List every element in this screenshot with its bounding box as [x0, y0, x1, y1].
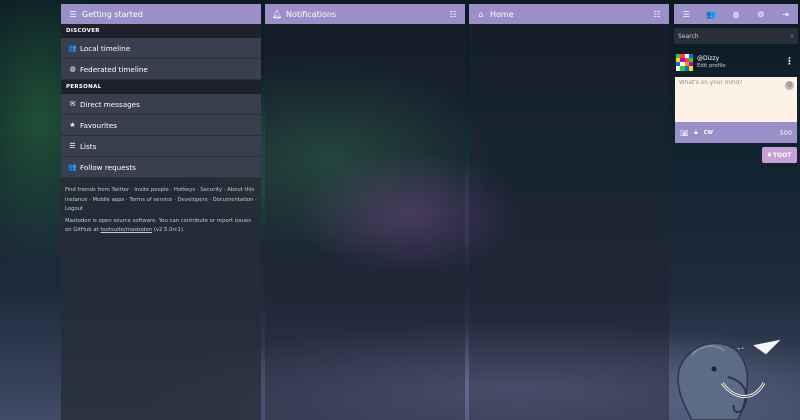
toot-label: TOOT	[772, 151, 792, 159]
home-icon: ⌂	[478, 9, 484, 19]
nav-lists[interactable]: ☰ Lists	[61, 136, 261, 157]
nav-local-timeline-label: Local timeline	[80, 43, 131, 53]
personal-label: PERSONAL	[61, 80, 261, 94]
repo-link[interactable]: tootsuite/mastodon	[100, 227, 152, 233]
link-logout[interactable]: Logout	[65, 206, 83, 212]
link-terms[interactable]: Terms of service	[129, 197, 172, 203]
menu-icon: ☰	[69, 9, 77, 19]
toot-button[interactable]: 🔒︎ TOOT	[762, 147, 797, 163]
user-plus-icon: 👥	[68, 163, 77, 171]
search-icon[interactable]: ⌕	[790, 32, 794, 41]
notifications-title: Notifications	[286, 9, 337, 19]
nav-favourites[interactable]: ★ Favourites	[61, 115, 261, 136]
search-box: ⌕	[674, 28, 798, 44]
getting-started-header: ☰ Getting started	[61, 4, 261, 24]
emoji-icon[interactable]: ☺	[785, 81, 794, 90]
menu-icon[interactable]: ☰	[678, 10, 694, 19]
nav-direct-messages[interactable]: ✉ Direct messages	[61, 94, 261, 115]
search-input[interactable]	[678, 32, 791, 40]
envelope-icon: ✉	[69, 100, 76, 108]
nav-federated-timeline[interactable]: ◍ Federated timeline	[61, 59, 261, 80]
link-developers[interactable]: Developers	[177, 197, 207, 203]
nav-direct-messages-label: Direct messages	[80, 99, 140, 109]
link-hotkeys[interactable]: Hotkeys	[174, 187, 195, 193]
nav-follow-requests-label: Follow requests	[80, 162, 136, 172]
getting-started-title: Getting started	[82, 9, 143, 19]
nav-lists-label: Lists	[80, 141, 97, 151]
home-title: Home	[490, 9, 514, 19]
compose-textarea[interactable]	[679, 80, 793, 119]
link-mobile-apps[interactable]: Mobile apps	[93, 197, 125, 203]
camera-icon[interactable]: 📷︎	[680, 129, 688, 137]
footer-links: Find friends from Twitter · Invite peopl…	[61, 178, 261, 236]
compose-box: ☺	[675, 77, 797, 122]
globe-icon[interactable]: ◍	[728, 10, 744, 19]
globe-icon: ◍	[69, 65, 76, 73]
nav-follow-requests[interactable]: 👥 Follow requests	[61, 157, 261, 178]
lock-icon: 🔒︎	[767, 151, 771, 158]
discover-label: DISCOVER	[61, 24, 261, 38]
gear-icon[interactable]: ⚙	[753, 10, 769, 19]
compose-options-bar: 📷︎ 🔒︎ CW 500	[675, 122, 797, 143]
home-header[interactable]: ⌂ Home ☷	[469, 4, 669, 24]
link-documentation[interactable]: Documentation	[213, 197, 254, 203]
avatar[interactable]	[676, 53, 693, 71]
users-icon: 👥	[68, 44, 77, 52]
sliders-icon[interactable]: ☷	[448, 10, 458, 19]
list-icon: ☰	[69, 142, 76, 150]
mastodon-mascot-image	[677, 338, 784, 420]
link-invite-people[interactable]: Invite people	[134, 187, 169, 193]
profile-card: @Dizzy Edit profile ⋮	[676, 51, 798, 73]
nav-favourites-label: Favourites	[80, 120, 118, 130]
logout-icon[interactable]: ⇥	[778, 10, 794, 19]
version-text: (v2.5.0rc1).	[153, 227, 185, 234]
edit-profile-link[interactable]: Edit profile	[697, 63, 726, 69]
notifications-header[interactable]: 🔔︎ Notifications ☷	[265, 4, 465, 24]
lock-icon[interactable]: 🔒︎	[694, 128, 697, 137]
users-icon[interactable]: 👥	[703, 10, 719, 19]
nav-local-timeline[interactable]: 👥 Local timeline	[61, 38, 261, 59]
sliders-icon[interactable]: ☷	[652, 10, 662, 19]
character-counter: 500	[779, 128, 792, 137]
profile-handle[interactable]: @Dizzy	[697, 55, 726, 63]
bell-icon: 🔔︎	[272, 9, 283, 19]
oss-notice: Mastodon is open source software. You ca…	[65, 217, 257, 236]
star-icon: ★	[69, 121, 76, 129]
getting-started-column: ☰ Getting started DISCOVER 👥 Local timel…	[61, 4, 261, 420]
home-column: ⌂ Home ☷	[469, 4, 669, 420]
cw-button[interactable]: CW	[704, 130, 713, 136]
link-security[interactable]: Security	[200, 187, 222, 193]
notifications-column: 🔔︎ Notifications ☷	[265, 4, 465, 420]
compose-tab-bar: ☰ 👥 ◍ ⚙ ⇥	[674, 4, 798, 24]
link-find-friends[interactable]: Find friends from Twitter	[65, 187, 129, 193]
more-icon[interactable]: ⋮	[785, 57, 794, 67]
nav-federated-timeline-label: Federated timeline	[80, 64, 148, 74]
